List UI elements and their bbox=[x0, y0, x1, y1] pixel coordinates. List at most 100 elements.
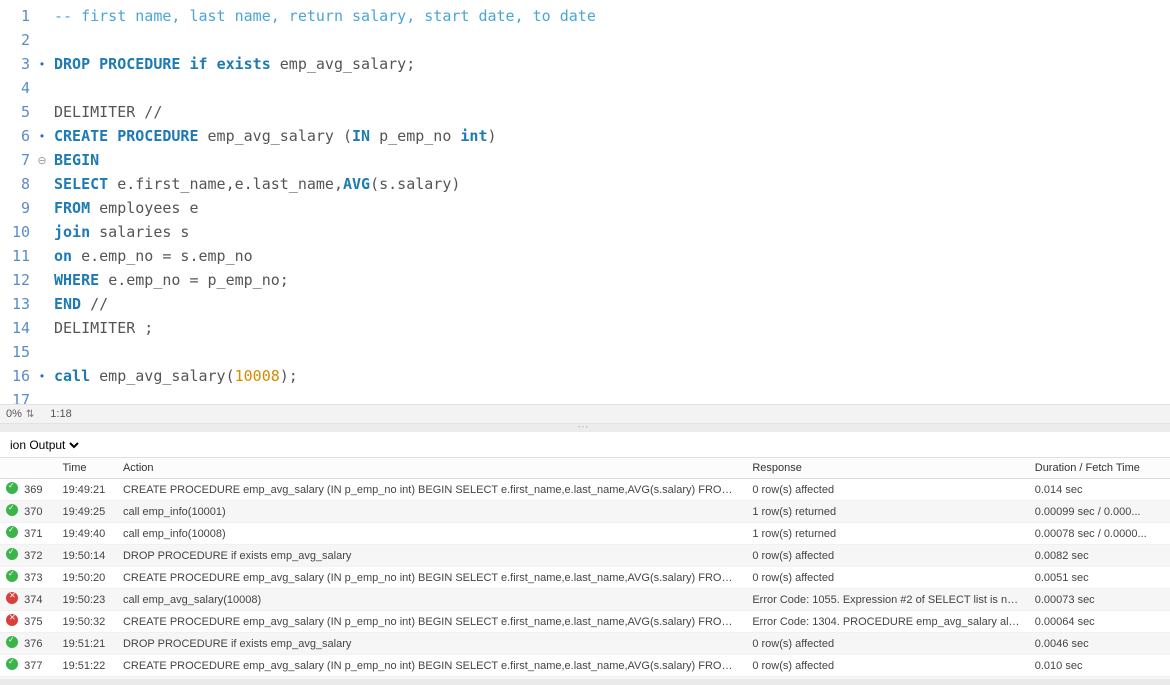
marker-empty bbox=[34, 268, 50, 292]
row-response: 1 row(s) returned bbox=[746, 523, 1028, 545]
output-row[interactable]: 37119:49:40call emp_info(10008)1 row(s) … bbox=[0, 523, 1170, 545]
marker-empty bbox=[34, 292, 50, 316]
code-line[interactable]: CREATE PROCEDURE emp_avg_salary (IN p_em… bbox=[54, 124, 1170, 148]
line-number: 14 bbox=[0, 316, 30, 340]
row-duration: 0.00073 sec bbox=[1029, 589, 1170, 611]
code-line[interactable] bbox=[54, 76, 1170, 100]
status-ok-icon bbox=[6, 526, 18, 538]
code-line[interactable]: SELECT e.first_name,e.last_name,AVG(s.sa… bbox=[54, 172, 1170, 196]
code-line[interactable]: DROP PROCEDURE if exists emp_avg_salary; bbox=[54, 52, 1170, 76]
row-action: CREATE PROCEDURE emp_avg_salary (IN p_em… bbox=[117, 567, 746, 589]
row-time: 19:50:32 bbox=[56, 611, 117, 633]
footer-bar bbox=[0, 679, 1170, 685]
code-line[interactable]: -- first name, last name, return salary,… bbox=[54, 4, 1170, 28]
row-duration: 0.00064 sec bbox=[1029, 611, 1170, 633]
code-line[interactable]: FROM employees e bbox=[54, 196, 1170, 220]
fold-icon[interactable] bbox=[34, 148, 50, 172]
statement-marker-icon[interactable] bbox=[34, 124, 50, 148]
col-header-status[interactable] bbox=[0, 458, 18, 479]
row-response: Error Code: 1304. PROCEDURE emp_avg_sala… bbox=[746, 611, 1028, 633]
output-row[interactable]: 37619:51:21DROP PROCEDURE if exists emp_… bbox=[0, 633, 1170, 655]
row-duration: 0.0082 sec bbox=[1029, 545, 1170, 567]
row-time: 19:50:14 bbox=[56, 545, 117, 567]
code-line[interactable]: END // bbox=[54, 292, 1170, 316]
status-ok-icon bbox=[6, 504, 18, 516]
marker-empty bbox=[34, 4, 50, 28]
zoom-control[interactable]: 0% ⇅ bbox=[6, 408, 34, 420]
line-number: 9 bbox=[0, 196, 30, 220]
row-response: Error Code: 1055. Expression #2 of SELEC… bbox=[746, 589, 1028, 611]
row-duration: 0.010 sec bbox=[1029, 655, 1170, 677]
output-header: ion Output bbox=[0, 432, 1170, 458]
marker-empty bbox=[34, 220, 50, 244]
row-time: 19:51:22 bbox=[56, 655, 117, 677]
row-duration: 0.00099 sec / 0.000... bbox=[1029, 501, 1170, 523]
code-line[interactable]: BEGIN bbox=[54, 148, 1170, 172]
col-header-duration[interactable]: Duration / Fetch Time bbox=[1029, 458, 1170, 479]
row-duration: 0.0051 sec bbox=[1029, 567, 1170, 589]
row-index: 374 bbox=[18, 589, 56, 611]
row-time: 19:49:21 bbox=[56, 479, 117, 501]
line-number: 7 bbox=[0, 148, 30, 172]
line-number: 3 bbox=[0, 52, 30, 76]
col-header-response[interactable]: Response bbox=[746, 458, 1028, 479]
row-action: CREATE PROCEDURE emp_avg_salary (IN p_em… bbox=[117, 479, 746, 501]
row-index: 373 bbox=[18, 567, 56, 589]
row-action: DROP PROCEDURE if exists emp_avg_salary bbox=[117, 545, 746, 567]
output-row[interactable]: 37019:49:25call emp_info(10001)1 row(s) … bbox=[0, 501, 1170, 523]
zoom-stepper-icon[interactable]: ⇅ bbox=[26, 409, 34, 420]
code-line[interactable]: on e.emp_no = s.emp_no bbox=[54, 244, 1170, 268]
panel-splitter[interactable] bbox=[0, 424, 1170, 432]
row-index: 370 bbox=[18, 501, 56, 523]
statement-marker-icon[interactable] bbox=[34, 364, 50, 388]
code-area[interactable]: -- first name, last name, return salary,… bbox=[50, 0, 1170, 404]
marker-empty bbox=[34, 196, 50, 220]
output-row[interactable]: 37719:51:22CREATE PROCEDURE emp_avg_sala… bbox=[0, 655, 1170, 677]
code-line[interactable]: WHERE e.emp_no = p_emp_no; bbox=[54, 268, 1170, 292]
status-ok-icon bbox=[6, 482, 18, 494]
code-line[interactable] bbox=[54, 28, 1170, 52]
line-number: 2 bbox=[0, 28, 30, 52]
row-action: call emp_info(10008) bbox=[117, 523, 746, 545]
marker-empty bbox=[34, 316, 50, 340]
status-ok-icon bbox=[6, 636, 18, 648]
line-number: 5 bbox=[0, 100, 30, 124]
sql-editor[interactable]: 123456789101112131415161718 -- first nam… bbox=[0, 0, 1170, 404]
code-line[interactable]: DELIMITER // bbox=[54, 100, 1170, 124]
code-line[interactable] bbox=[54, 388, 1170, 404]
marker-empty bbox=[34, 244, 50, 268]
output-mode-select[interactable]: ion Output bbox=[6, 437, 82, 453]
line-number-gutter: 123456789101112131415161718 bbox=[0, 0, 34, 404]
output-table: Time Action Response Duration / Fetch Ti… bbox=[0, 458, 1170, 679]
output-header-row: Time Action Response Duration / Fetch Ti… bbox=[0, 458, 1170, 479]
code-line[interactable]: call emp_avg_salary(10008); bbox=[54, 364, 1170, 388]
status-ok-icon bbox=[6, 548, 18, 560]
col-header-action[interactable]: Action bbox=[117, 458, 746, 479]
output-row[interactable]: 37419:50:23call emp_avg_salary(10008)Err… bbox=[0, 589, 1170, 611]
marker-gutter bbox=[34, 0, 50, 404]
code-line[interactable]: DELIMITER ; bbox=[54, 316, 1170, 340]
output-table-wrap[interactable]: Time Action Response Duration / Fetch Ti… bbox=[0, 458, 1170, 679]
line-number: 13 bbox=[0, 292, 30, 316]
row-action: DROP PROCEDURE if exists emp_avg_salary bbox=[117, 633, 746, 655]
output-row[interactable]: 37319:50:20CREATE PROCEDURE emp_avg_sala… bbox=[0, 567, 1170, 589]
output-row[interactable]: 36919:49:21CREATE PROCEDURE emp_avg_sala… bbox=[0, 479, 1170, 501]
code-line[interactable]: join salaries s bbox=[54, 220, 1170, 244]
statement-marker-icon[interactable] bbox=[34, 52, 50, 76]
col-header-index[interactable] bbox=[18, 458, 56, 479]
line-number: 15 bbox=[0, 340, 30, 364]
row-duration: 0.0046 sec bbox=[1029, 633, 1170, 655]
output-row[interactable]: 37519:50:32CREATE PROCEDURE emp_avg_sala… bbox=[0, 611, 1170, 633]
row-index: 376 bbox=[18, 633, 56, 655]
marker-empty bbox=[34, 172, 50, 196]
col-header-time[interactable]: Time bbox=[56, 458, 117, 479]
row-time: 19:50:20 bbox=[56, 567, 117, 589]
line-number: 10 bbox=[0, 220, 30, 244]
row-duration: 0.014 sec bbox=[1029, 479, 1170, 501]
code-line[interactable] bbox=[54, 340, 1170, 364]
output-row[interactable]: 37219:50:14DROP PROCEDURE if exists emp_… bbox=[0, 545, 1170, 567]
zoom-value: 0% bbox=[6, 408, 22, 420]
line-number: 8 bbox=[0, 172, 30, 196]
row-duration: 0.00078 sec / 0.0000... bbox=[1029, 523, 1170, 545]
status-error-icon bbox=[6, 592, 18, 604]
